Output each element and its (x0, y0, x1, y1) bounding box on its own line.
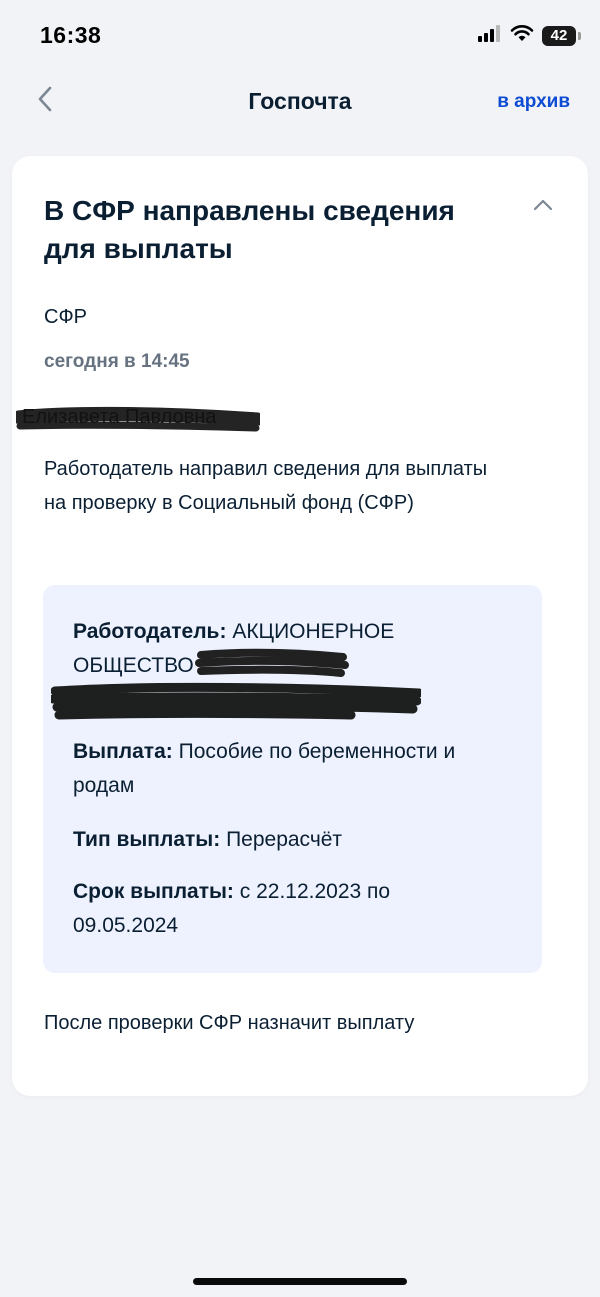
wifi-icon (510, 24, 534, 47)
battery-cap (578, 31, 581, 40)
message-title: В СФР направлены сведения для выплаты (44, 195, 455, 264)
employer-redaction-scribble (51, 648, 421, 720)
payment-type-label: Тип выплаты: (73, 828, 221, 851)
payment-details: Работодатель: АКЦИОНЕРНОЕ ОБЩЕСТВО Выпла… (43, 585, 542, 973)
message-card: В СФР направлены сведения для выплаты СФ… (12, 156, 588, 1096)
payment-row: Выплата: Пособие по беременности и родам (73, 735, 493, 803)
message-date: сегодня в 14:45 (44, 351, 190, 372)
home-indicator[interactable] (193, 1278, 407, 1285)
chevron-up-icon (533, 198, 553, 216)
archive-button[interactable]: в архив (497, 91, 570, 113)
navigation-bar: Госпочта в архив (0, 78, 600, 128)
payment-period-row: Срок выплаты: с 22.12.2023 по 09.05.2024 (73, 875, 493, 943)
status-icons: 42 (478, 24, 581, 47)
collapse-button[interactable] (528, 192, 558, 222)
status-time: 16:38 (40, 22, 102, 48)
signal-icon (478, 24, 502, 47)
payment-type-row: Тип выплаты: Перерасчёт (73, 823, 493, 857)
payment-period-label: Срок выплаты: (73, 880, 234, 903)
battery-level: 42 (550, 27, 568, 44)
message-footer: После проверки СФР назначит выплату (44, 1012, 415, 1034)
payment-label: Выплата: (73, 740, 173, 763)
sender: СФР (44, 306, 87, 328)
status-bar: 16:38 42 (0, 0, 600, 70)
message-body: Работодатель направил сведения для выпла… (44, 458, 488, 514)
payment-type-value: Перерасчёт (226, 828, 343, 851)
redaction-scribble (16, 406, 260, 432)
employer-label: Работодатель: (73, 620, 227, 643)
battery-icon: 42 (542, 25, 581, 46)
